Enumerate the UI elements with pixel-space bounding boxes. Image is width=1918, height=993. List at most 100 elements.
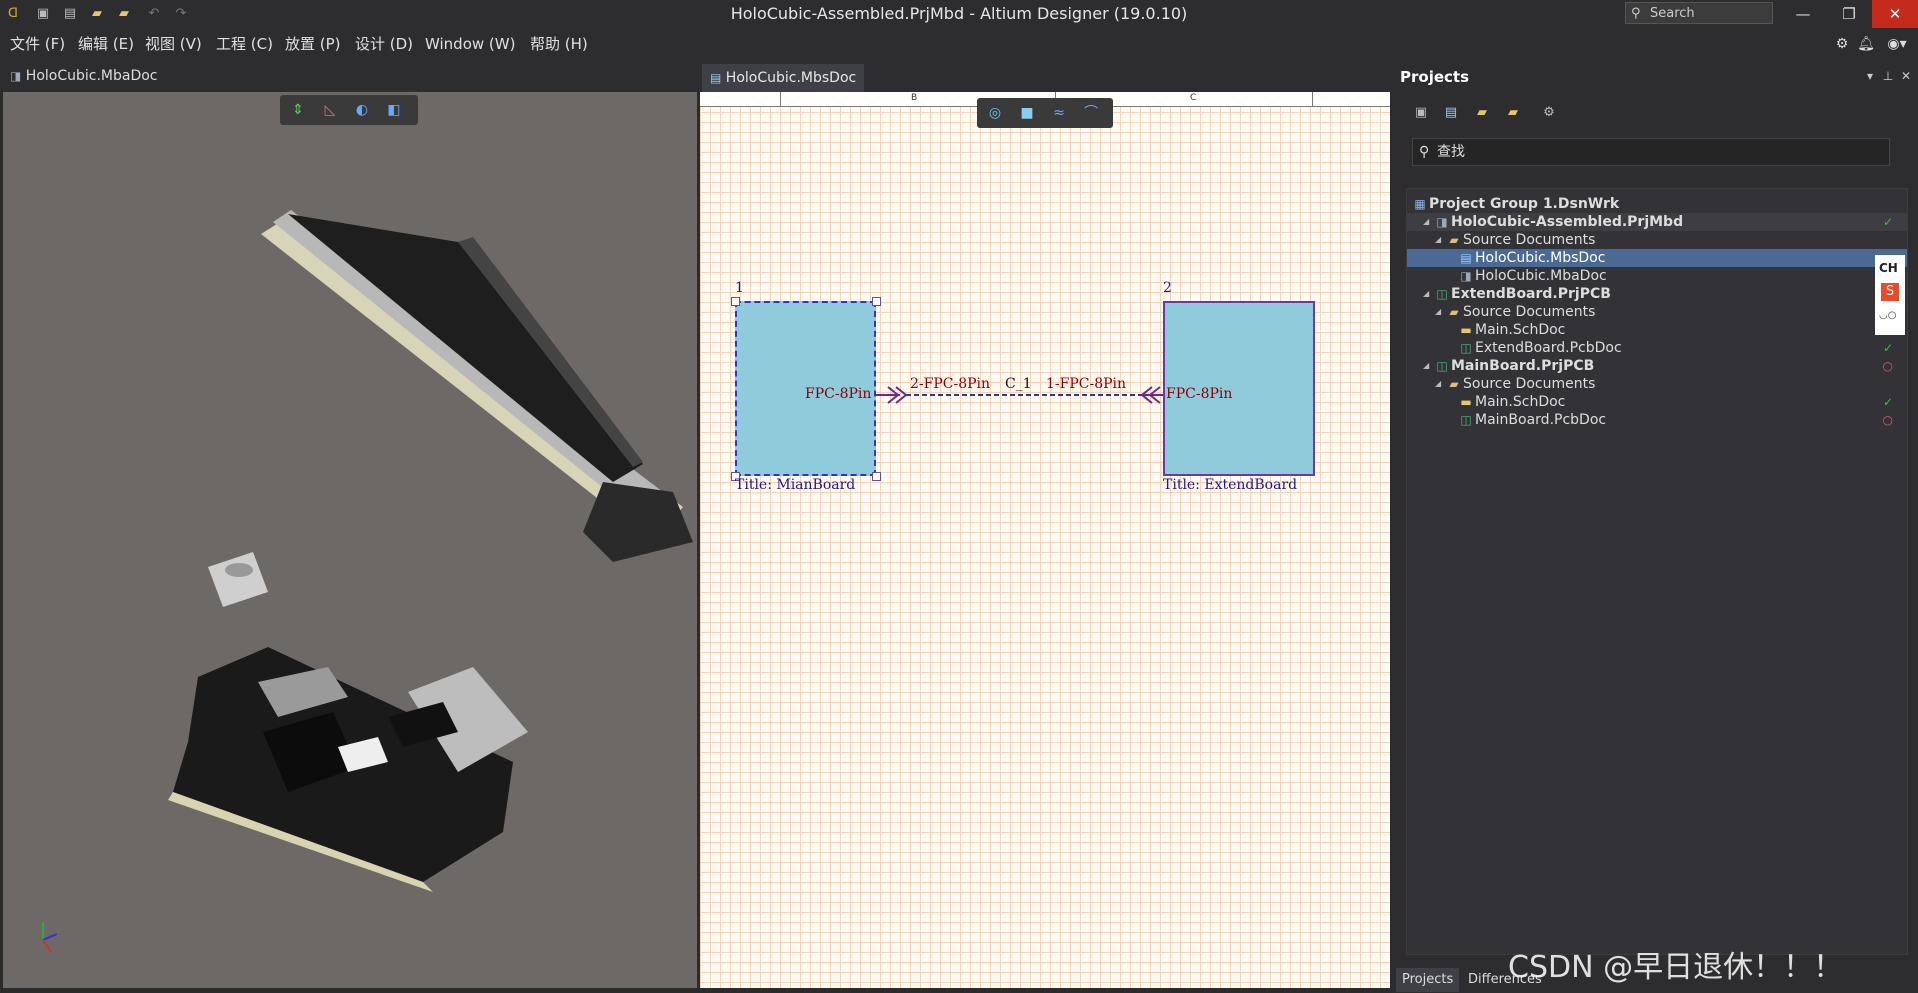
open-folder-icon[interactable]: ▰ xyxy=(1473,104,1491,122)
expand-toggle-icon[interactable]: ◢ xyxy=(1435,375,1445,393)
ime-mode-icon: ◡○ xyxy=(1879,310,1897,321)
pcb-project-icon: ◫ xyxy=(1436,359,1448,373)
tree-item[interactable]: ▤ HoloCubic.MbsDoc xyxy=(1407,249,1907,267)
project-group-icon: ▦ xyxy=(1414,197,1426,211)
usb-jack-hole xyxy=(225,563,253,577)
compile-project-icon[interactable]: ▤ xyxy=(1442,104,1460,122)
saved-check-icon: ✓ xyxy=(1882,341,1893,355)
projects-panel: Projects ▾ ⊥ ✕ ▣ ▤ ▰ ▰ ⚙ ⚲ 查找 ▦ Project G… xyxy=(1392,60,1918,993)
sch-doc-icon: ▬ xyxy=(1460,395,1472,409)
connection-left-label: 2-FPC-8Pin xyxy=(910,376,991,392)
display-fpc-connector xyxy=(583,482,693,562)
tree-item[interactable]: ◢ ◨ HoloCubic-Assembled.PrjMbd ✓ xyxy=(1407,213,1907,231)
tree-item-label: Main.SchDoc xyxy=(1475,394,1566,410)
tab-projects[interactable]: Projects xyxy=(1396,968,1460,992)
3d-model-render xyxy=(42,210,693,953)
search-icon: ⚲ xyxy=(1631,6,1641,21)
tree-item[interactable]: ◫ MainBoard.PcbDoc ○ xyxy=(1407,411,1907,429)
tab-mbadoc[interactable]: ◨ HoloCubic.MbaDoc xyxy=(0,60,168,92)
tree-item-label: Project Group 1.DsnWrk xyxy=(1429,196,1620,212)
expand-toggle-icon[interactable]: ◢ xyxy=(1423,213,1433,231)
tree-item[interactable]: ◢ ▰ Source Documents xyxy=(1407,303,1907,321)
menu-window[interactable]: Window (W) xyxy=(425,28,515,60)
user-account-icon[interactable]: ◉▾ xyxy=(1882,34,1912,54)
project-search-input[interactable]: ⚲ 查找 xyxy=(1412,138,1890,166)
tree-item[interactable]: ◨ HoloCubic.MbaDoc xyxy=(1407,267,1907,285)
project-options-folder-icon[interactable]: ▰ xyxy=(1504,104,1522,122)
expand-toggle-icon[interactable]: ◢ xyxy=(1423,285,1433,303)
pcb-project-icon: ◫ xyxy=(1436,287,1448,301)
tree-item-label: Main.SchDoc xyxy=(1475,322,1566,338)
tree-item-label: Source Documents xyxy=(1463,304,1596,320)
mbs-doc-icon: ▤ xyxy=(1460,251,1472,265)
mid-doc-tabbar: ▤ HoloCubic.MbsDoc xyxy=(698,60,1392,92)
tree-item[interactable]: ◢ ▰ Source Documents xyxy=(1407,231,1907,249)
saved-check-icon: ✓ xyxy=(1882,395,1893,409)
notifications-bell-icon[interactable]: 🔔︎ xyxy=(1856,34,1876,54)
tree-item[interactable]: ◫ ExtendBoard.PcbDoc ✓ xyxy=(1407,339,1907,357)
display-screen xyxy=(288,214,643,482)
settings-gear-icon[interactable]: ⚙ xyxy=(1832,34,1852,54)
connection-right-label: 1-FPC-8Pin xyxy=(1046,376,1127,392)
axis-z xyxy=(42,933,58,941)
minimize-button[interactable]: — xyxy=(1780,0,1826,28)
menu-edit[interactable]: 编辑 (E) xyxy=(78,28,134,60)
tree-item-label: ExtendBoard.PcbDoc xyxy=(1475,340,1622,356)
sogou-ime-icon: S xyxy=(1881,283,1899,301)
multiboard-schematic-sheet[interactable]: B C ◎ ■ ≈ ⌒ 1 FPC-8Pin Title: MianBoard … xyxy=(700,92,1390,988)
panel-pin-icon[interactable]: ⊥ xyxy=(1880,68,1896,84)
tab-mbsdoc[interactable]: ▤ HoloCubic.MbsDoc xyxy=(702,64,865,92)
tree-item-label: MainBoard.PcbDoc xyxy=(1475,412,1607,428)
mba-doc-icon: ◨ xyxy=(10,69,22,83)
menu-help[interactable]: 帮助 (H) xyxy=(530,28,588,60)
ime-toolbar[interactable]: CH S ◡○ xyxy=(1875,255,1905,335)
menu-design[interactable]: 设计 (D) xyxy=(355,28,413,60)
tree-item[interactable]: ◢ ◫ MainBoard.PrjPCB ○ xyxy=(1407,357,1907,375)
menu-view[interactable]: 视图 (V) xyxy=(145,28,202,60)
tree-item[interactable]: ◢ ▰ Source Documents xyxy=(1407,375,1907,393)
tab-mbsdoc-label: HoloCubic.MbsDoc xyxy=(725,70,857,86)
mba-doc-icon: ◨ xyxy=(1460,269,1472,283)
expand-toggle-icon[interactable]: ◢ xyxy=(1435,231,1445,249)
search-placeholder: Search xyxy=(1650,6,1695,21)
expand-toggle-icon[interactable]: ◢ xyxy=(1423,357,1433,375)
save-project-icon[interactable]: ▣ xyxy=(1412,104,1430,122)
connection-designator: C_1 xyxy=(1005,376,1032,392)
menu-project[interactable]: 工程 (C) xyxy=(216,28,273,60)
expand-toggle-icon[interactable]: ◢ xyxy=(1435,303,1445,321)
projects-panel-title: Projects xyxy=(1400,68,1470,86)
project-search-placeholder: 查找 xyxy=(1437,144,1465,160)
menu-file[interactable]: 文件 (F) xyxy=(10,28,65,60)
tree-item[interactable]: ▬Main.SchDoc ✓ xyxy=(1407,393,1907,411)
panel-menu-icon[interactable]: ▾ xyxy=(1862,68,1878,84)
close-button[interactable]: ✕ xyxy=(1872,0,1918,28)
pcb-doc-icon: ◫ xyxy=(1460,341,1472,355)
title-bar: ᗡ ▣ ▤ ▰ ▰ ↶ ↷ HoloCubic-Assembled.PrjMbd… xyxy=(0,0,1918,28)
left-doc-tabbar: ◨ HoloCubic.MbaDoc xyxy=(0,60,698,92)
connection-graphics xyxy=(876,386,1163,404)
modified-indicator-icon: ○ xyxy=(1882,413,1893,427)
search-icon: ⚲ xyxy=(1419,144,1430,160)
tree-item[interactable]: ◢ ◫ ExtendBoard.PrjPCB xyxy=(1407,285,1907,303)
folder-icon: ▰ xyxy=(1449,377,1459,391)
project-tree: ▦ Project Group 1.DsnWrk ◢ ◨ HoloCubic-Assem… xyxy=(1406,188,1908,955)
tree-item-label: ExtendBoard.PrjPCB xyxy=(1451,286,1611,302)
multiboard-project-icon: ◨ xyxy=(1436,215,1448,229)
modified-indicator-icon: ○ xyxy=(1882,359,1893,373)
tree-item-label: HoloCubic-Assembled.PrjMbd xyxy=(1451,214,1684,230)
saved-check-icon: ✓ xyxy=(1882,215,1893,229)
mbs-doc-icon: ▤ xyxy=(710,71,722,85)
tree-item-label: MainBoard.PrjPCB xyxy=(1451,358,1595,374)
csdn-watermark: CSDN @早日退休！！！ xyxy=(1508,950,1844,985)
restore-button[interactable]: ❐ xyxy=(1826,0,1872,28)
3d-assembly-viewport[interactable]: ⇕ ◺ ◐ ◧ xyxy=(3,92,697,988)
ime-lang-label: CH xyxy=(1879,261,1898,275)
panel-settings-icon[interactable]: ⚙ xyxy=(1540,104,1558,122)
tree-item[interactable]: ▦ Project Group 1.DsnWrk xyxy=(1407,195,1907,213)
pcb-doc-icon: ◫ xyxy=(1460,413,1472,427)
menu-place[interactable]: 放置 (P) xyxy=(285,28,341,60)
folder-icon: ▰ xyxy=(1449,233,1459,247)
tree-item[interactable]: ▬Main.SchDoc✓ xyxy=(1407,321,1907,339)
global-search-input[interactable]: ⚲ Search xyxy=(1625,2,1773,24)
panel-close-icon[interactable]: ✕ xyxy=(1898,68,1914,84)
